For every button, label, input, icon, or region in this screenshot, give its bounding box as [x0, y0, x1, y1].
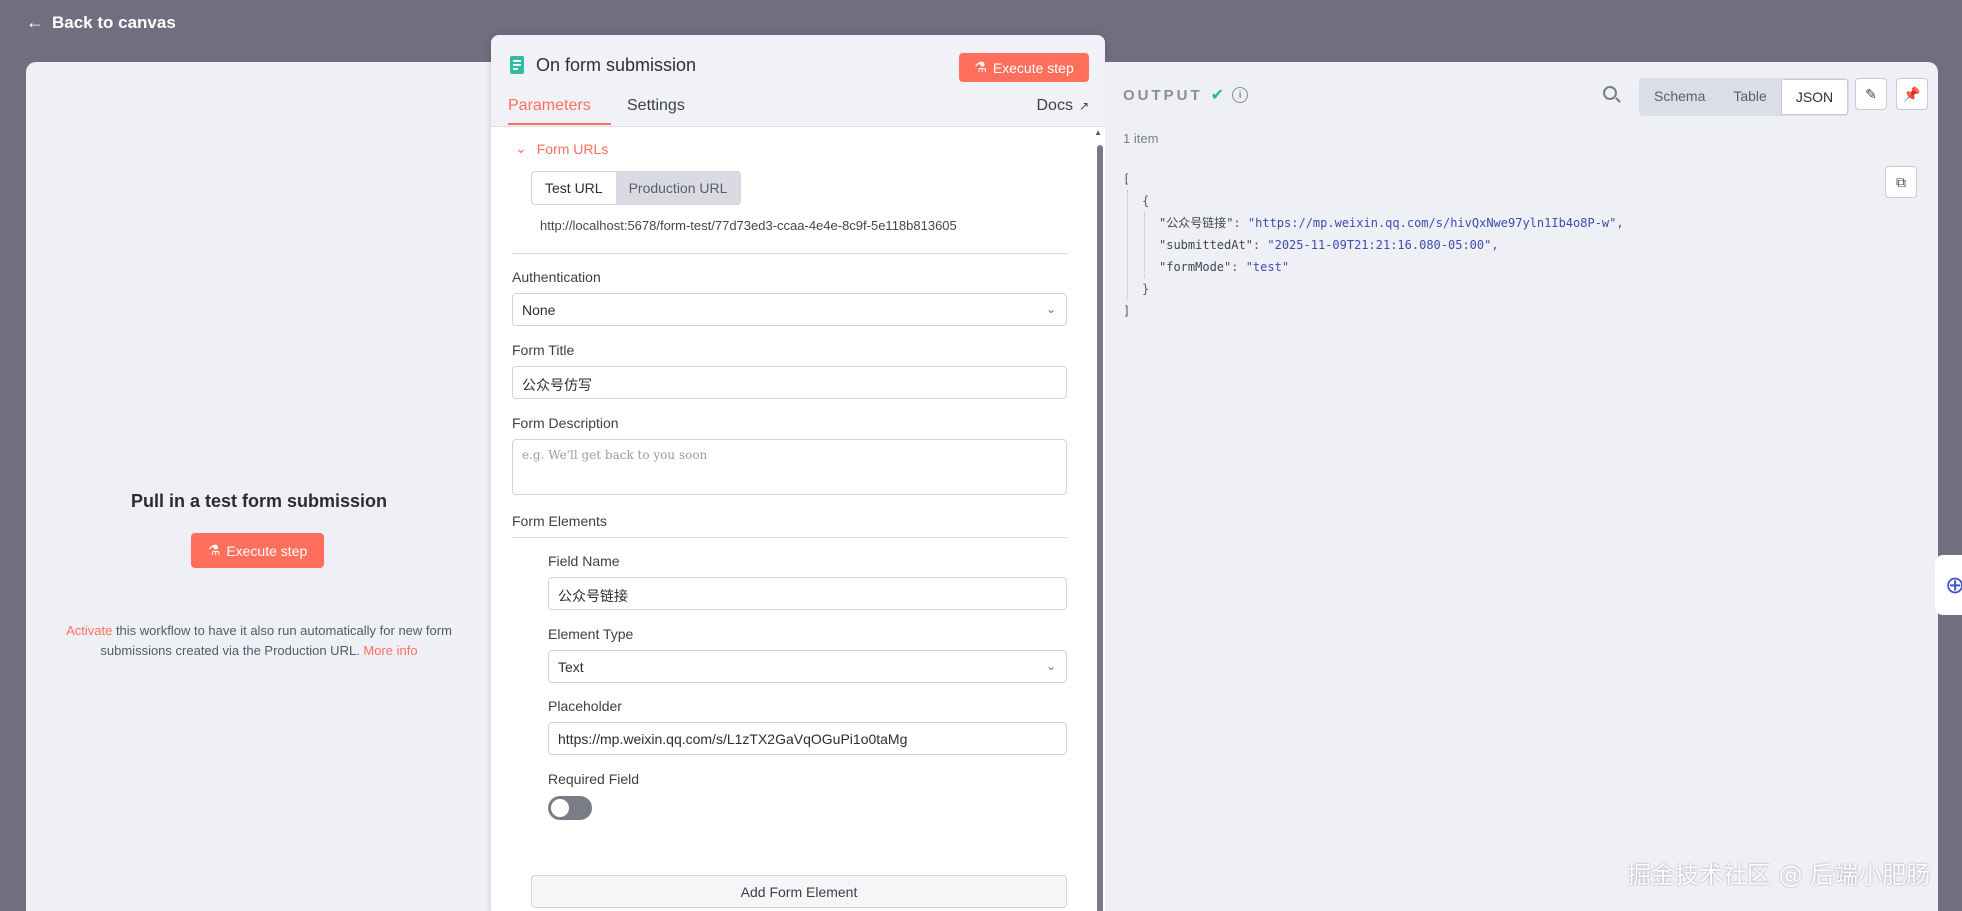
json-key: "formMode" — [1159, 260, 1232, 274]
pin-icon: 📌 — [1903, 85, 1921, 102]
info-icon[interactable]: i — [1232, 87, 1249, 103]
view-table[interactable]: Table — [1719, 79, 1780, 115]
divider — [512, 253, 1067, 254]
form-description-label: Form Description — [512, 415, 619, 431]
execute-step-button-left[interactable]: ⚗ Execute step — [191, 533, 324, 568]
activate-note: Activate this workflow to have it also r… — [44, 621, 474, 661]
output-title: OUTPUT — [1123, 86, 1203, 104]
placeholder-input[interactable]: https://mp.weixin.qq.com/s/L1zTX2GaVqOGu… — [548, 722, 1067, 755]
output-panel: OUTPUT ✔ i Schema Table JSON ✎ 📌 1 item … — [1105, 62, 1938, 911]
production-url-tab[interactable]: Production URL — [616, 172, 741, 204]
pencil-icon: ✎ — [1865, 85, 1877, 102]
chevron-down-icon: ⌄ — [1045, 302, 1056, 316]
execute-step-label: Execute step — [992, 59, 1074, 76]
required-field-label: Required Field — [548, 771, 640, 787]
form-description-textarea[interactable]: e.g. We'll get back to you soon — [512, 439, 1067, 495]
json-close-bracket: ] — [1123, 304, 1131, 318]
globe-icon[interactable]: ⊕ — [1935, 555, 1962, 615]
element-type-label: Element Type — [548, 626, 634, 642]
form-title-input[interactable]: 公众号仿写 — [512, 366, 1067, 399]
json-rows: "公众号链接": "https://mp.weixin.qq.com/s/hiv… — [1144, 212, 1624, 278]
json-output[interactable]: [ { "公众号链接": "https://mp.weixin.qq.com/s… — [1123, 168, 1624, 322]
test-url-tab[interactable]: Test URL — [532, 172, 616, 204]
field-name-input[interactable]: 公众号链接 — [548, 577, 1067, 610]
form-urls-toggle[interactable]: ⌄ Form URLs — [515, 140, 608, 157]
element-type-select[interactable]: Text ⌄ — [548, 650, 1067, 683]
chevron-down-icon: ⌄ — [515, 140, 527, 156]
form-title-label: Form Title — [512, 342, 575, 358]
input-panel: Pull in a test form submission ⚗ Execute… — [26, 62, 492, 911]
url-type-switch: Test URL Production URL — [531, 171, 742, 205]
json-row: "submittedAt": "2025-11-09T21:21:16.080-… — [1159, 238, 1499, 252]
success-check-icon: ✔ — [1210, 87, 1225, 104]
arrow-left-icon: ← — [26, 12, 44, 32]
items-count: 1 item — [1123, 131, 1159, 146]
tab-settings[interactable]: Settings — [627, 97, 685, 123]
json-key: "submittedAt" — [1159, 238, 1253, 252]
form-elements-label: Form Elements — [512, 513, 607, 529]
execute-step-button[interactable]: ⚗ Execute step — [959, 53, 1089, 82]
back-link-label: Back to canvas — [52, 12, 176, 32]
field-name-label: Field Name — [548, 553, 620, 569]
pin-output-button[interactable]: 📌 — [1896, 78, 1928, 110]
json-comma: , — [1616, 216, 1624, 230]
input-panel-title: Pull in a test form submission — [130, 491, 388, 511]
json-open-brace: { — [1142, 194, 1150, 208]
json-key: "公众号链接" — [1159, 216, 1234, 230]
form-description-placeholder: e.g. We'll get back to you soon — [522, 448, 708, 462]
back-to-canvas-link[interactable]: ← Back to canvas — [26, 12, 176, 33]
view-json[interactable]: JSON — [1780, 79, 1849, 115]
search-icon[interactable] — [1603, 86, 1617, 100]
json-value: "2025-11-09T21:21:16.080-05:00" — [1267, 238, 1492, 252]
json-comma: , — [1491, 238, 1499, 252]
flask-icon: ⚗ — [207, 542, 221, 558]
add-form-element-button[interactable]: Add Form Element — [531, 875, 1067, 908]
authentication-label: Authentication — [512, 269, 601, 285]
parameters-body: ⌄ Form URLs Test URL Production URL http… — [491, 127, 1091, 911]
form-url-text[interactable]: http://localhost:5678/form-test/77d73ed3… — [540, 218, 957, 233]
activate-link[interactable]: Activate — [66, 623, 112, 638]
form-urls-label: Form URLs — [536, 140, 609, 157]
json-row: "公众号链接": "https://mp.weixin.qq.com/s/hiv… — [1159, 216, 1624, 230]
copy-icon: ⧉ — [1896, 173, 1906, 190]
docs-link[interactable]: Docs ↗ — [1036, 97, 1089, 123]
scroll-up-icon[interactable]: ▲ — [1094, 128, 1102, 137]
placeholder-label: Placeholder — [548, 698, 622, 714]
copy-json-button[interactable]: ⧉ — [1885, 166, 1917, 198]
external-link-icon: ↗ — [1078, 99, 1089, 113]
docs-label: Docs — [1036, 97, 1073, 114]
required-field-toggle[interactable] — [548, 796, 592, 820]
form-title-value: 公众号仿写 — [522, 377, 592, 393]
tab-parameters[interactable]: Parameters — [508, 97, 611, 125]
edit-output-button[interactable]: ✎ — [1855, 78, 1887, 110]
output-header: OUTPUT ✔ i — [1123, 85, 1249, 105]
divider — [512, 537, 1067, 538]
watermark: 掘金技术社区 @ 后端小肥肠 — [1627, 861, 1931, 889]
json-row: "formMode": "test" — [1159, 260, 1290, 274]
form-icon — [509, 55, 527, 75]
authentication-select[interactable]: None ⌄ — [512, 293, 1067, 326]
node-settings-panel: On form submission ⚗ Execute step Parame… — [491, 35, 1105, 911]
node-title[interactable]: On form submission — [536, 55, 696, 76]
execute-step-label: Execute step — [226, 542, 308, 559]
more-info-link[interactable]: More info — [363, 643, 417, 658]
json-close-brace: } — [1142, 282, 1150, 296]
node-header: On form submission ⚗ Execute step Parame… — [491, 35, 1105, 127]
flask-icon: ⚗ — [974, 59, 987, 75]
scrollbar[interactable] — [1097, 145, 1103, 911]
json-object: { "公众号链接": "https://mp.weixin.qq.com/s/h… — [1127, 190, 1624, 300]
authentication-value: None — [522, 302, 556, 318]
json-value: "https://mp.weixin.qq.com/s/hivQxNwe97yl… — [1247, 216, 1617, 230]
placeholder-value: https://mp.weixin.qq.com/s/L1zTX2GaVqOGu… — [558, 731, 908, 747]
view-schema[interactable]: Schema — [1640, 79, 1719, 115]
toggle-knob — [551, 799, 569, 817]
json-open-bracket: [ — [1123, 172, 1131, 186]
field-name-value: 公众号链接 — [558, 588, 628, 604]
json-value: "test" — [1245, 260, 1290, 274]
element-type-value: Text — [558, 659, 584, 675]
chevron-down-icon: ⌄ — [1045, 659, 1056, 673]
output-view-switch: Schema Table JSON — [1639, 78, 1850, 116]
